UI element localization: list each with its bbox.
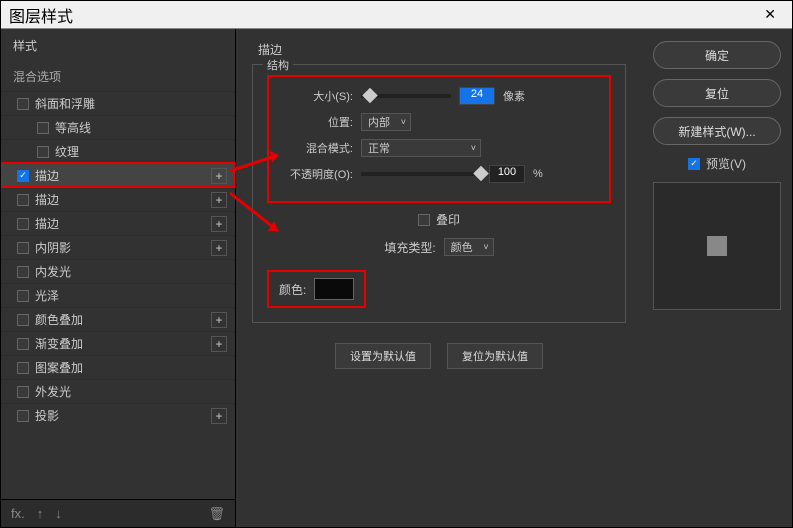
style-item[interactable]: 外发光 xyxy=(1,379,235,403)
section-title: 描边 xyxy=(258,43,282,57)
style-checkbox[interactable]: ✓ xyxy=(17,170,29,182)
titlebar: 图层样式 ✕ xyxy=(1,1,792,29)
style-checkbox[interactable] xyxy=(17,98,29,110)
chevron-down-icon: ˅ xyxy=(471,143,476,153)
sidebar-header: 样式 xyxy=(1,29,235,62)
style-checkbox[interactable] xyxy=(17,386,29,398)
style-label: 斜面和浮雕 xyxy=(35,95,95,112)
style-item[interactable]: 纹理 xyxy=(1,139,235,163)
style-checkbox[interactable] xyxy=(17,242,29,254)
style-item[interactable]: 内发光 xyxy=(1,259,235,283)
chevron-down-icon: ˅ xyxy=(483,242,488,252)
cancel-button[interactable]: 复位 xyxy=(653,79,781,107)
style-label: 光泽 xyxy=(35,287,59,304)
set-default-button[interactable]: 设置为默认值 xyxy=(335,343,431,369)
style-checkbox[interactable] xyxy=(17,194,29,206)
style-label: 内阴影 xyxy=(35,239,71,256)
reset-default-button[interactable]: 复位为默认值 xyxy=(447,343,543,369)
opacity-label: 不透明度(O): xyxy=(283,166,353,182)
style-label: 描边 xyxy=(35,215,59,232)
style-item[interactable]: 投影 + xyxy=(1,403,235,427)
overprint-checkbox[interactable] xyxy=(418,214,430,226)
arrow-down-icon[interactable]: ↓ xyxy=(55,506,62,521)
style-label: 外发光 xyxy=(35,383,71,400)
add-effect-button[interactable]: + xyxy=(211,336,227,352)
style-label: 描边 xyxy=(35,191,59,208)
style-item[interactable]: 图案叠加 xyxy=(1,355,235,379)
style-checkbox[interactable] xyxy=(37,122,49,134)
add-effect-button[interactable]: + xyxy=(211,192,227,208)
style-label: 图案叠加 xyxy=(35,359,83,376)
styles-sidebar: 样式 混合选项 斜面和浮雕等高线纹理 ✓ 描边 + 描边 + 描边 + 内阴影 + 内发光光泽颜色叠… xyxy=(1,29,236,527)
add-effect-button[interactable]: + xyxy=(211,168,227,184)
arrow-up-icon[interactable]: ↑ xyxy=(37,506,44,521)
style-item[interactable]: 内阴影 + xyxy=(1,235,235,259)
fx-icon[interactable]: fx. xyxy=(11,506,25,521)
preview-label: 预览(V) xyxy=(706,155,746,172)
trash-icon[interactable]: 🗑 xyxy=(208,506,225,522)
style-checkbox[interactable] xyxy=(17,218,29,230)
color-swatch[interactable] xyxy=(314,278,354,300)
blend-options[interactable]: 混合选项 xyxy=(1,62,235,91)
style-label: 内发光 xyxy=(35,263,71,280)
style-checkbox[interactable] xyxy=(37,146,49,158)
preview-swatch xyxy=(707,236,727,256)
structure-title: 结构 xyxy=(263,57,293,73)
fill-type-select[interactable]: 颜色˅ xyxy=(444,238,494,256)
style-item[interactable]: 等高线 xyxy=(1,115,235,139)
position-label: 位置: xyxy=(283,114,353,130)
blend-mode-label: 混合模式: xyxy=(283,140,353,156)
opacity-unit: % xyxy=(533,168,543,180)
color-highlight-box: 颜色: xyxy=(267,270,366,308)
position-select[interactable]: 内部˅ xyxy=(361,113,411,131)
add-effect-button[interactable]: + xyxy=(211,408,227,424)
style-label: 描边 xyxy=(35,167,59,184)
style-checkbox[interactable] xyxy=(17,410,29,422)
add-effect-button[interactable]: + xyxy=(211,216,227,232)
size-label: 大小(S): xyxy=(283,88,353,104)
style-label: 颜色叠加 xyxy=(35,311,83,328)
style-label: 纹理 xyxy=(55,143,79,160)
style-item[interactable]: ✓ 描边 + xyxy=(1,163,235,187)
overprint-label: 叠印 xyxy=(436,211,460,228)
style-checkbox[interactable] xyxy=(17,338,29,350)
style-checkbox[interactable] xyxy=(17,266,29,278)
add-effect-button[interactable]: + xyxy=(211,312,227,328)
sidebar-bottombar: fx. ↑ ↓ 🗑 xyxy=(1,499,235,527)
structure-highlight-box: 大小(S): 24 像素 位置: 内部˅ 混合模式: 正常˅ xyxy=(267,75,611,203)
style-label: 渐变叠加 xyxy=(35,335,83,352)
chevron-down-icon: ˅ xyxy=(401,117,406,127)
style-checkbox[interactable] xyxy=(17,314,29,326)
close-icon[interactable]: ✕ xyxy=(756,4,784,25)
preview-box xyxy=(653,182,781,310)
fill-type-label: 填充类型: xyxy=(384,239,435,256)
style-checkbox[interactable] xyxy=(17,362,29,374)
window-title: 图层样式 xyxy=(9,3,73,27)
right-column: 确定 复位 新建样式(W)... ✓ 预览(V) xyxy=(642,29,792,527)
style-item[interactable]: 光泽 xyxy=(1,283,235,307)
style-label: 等高线 xyxy=(55,119,91,136)
add-effect-button[interactable]: + xyxy=(211,240,227,256)
new-style-button[interactable]: 新建样式(W)... xyxy=(653,117,781,145)
style-item[interactable]: 斜面和浮雕 xyxy=(1,91,235,115)
ok-button[interactable]: 确定 xyxy=(653,41,781,69)
size-slider[interactable] xyxy=(361,94,451,98)
style-item[interactable]: 描边 + xyxy=(1,211,235,235)
preview-checkbox[interactable]: ✓ xyxy=(688,158,700,170)
style-item[interactable]: 颜色叠加 + xyxy=(1,307,235,331)
style-checkbox[interactable] xyxy=(17,290,29,302)
opacity-slider[interactable] xyxy=(361,172,481,176)
opacity-input[interactable]: 100 xyxy=(489,165,525,183)
blend-mode-select[interactable]: 正常˅ xyxy=(361,139,481,157)
main-panel: 描边 结构 大小(S): 24 像素 位置: 内部˅ xyxy=(236,29,642,527)
style-label: 投影 xyxy=(35,407,59,424)
style-item[interactable]: 渐变叠加 + xyxy=(1,331,235,355)
style-item[interactable]: 描边 + xyxy=(1,187,235,211)
color-label: 颜色: xyxy=(279,281,306,298)
size-input[interactable]: 24 xyxy=(459,87,495,105)
size-unit: 像素 xyxy=(503,88,525,104)
